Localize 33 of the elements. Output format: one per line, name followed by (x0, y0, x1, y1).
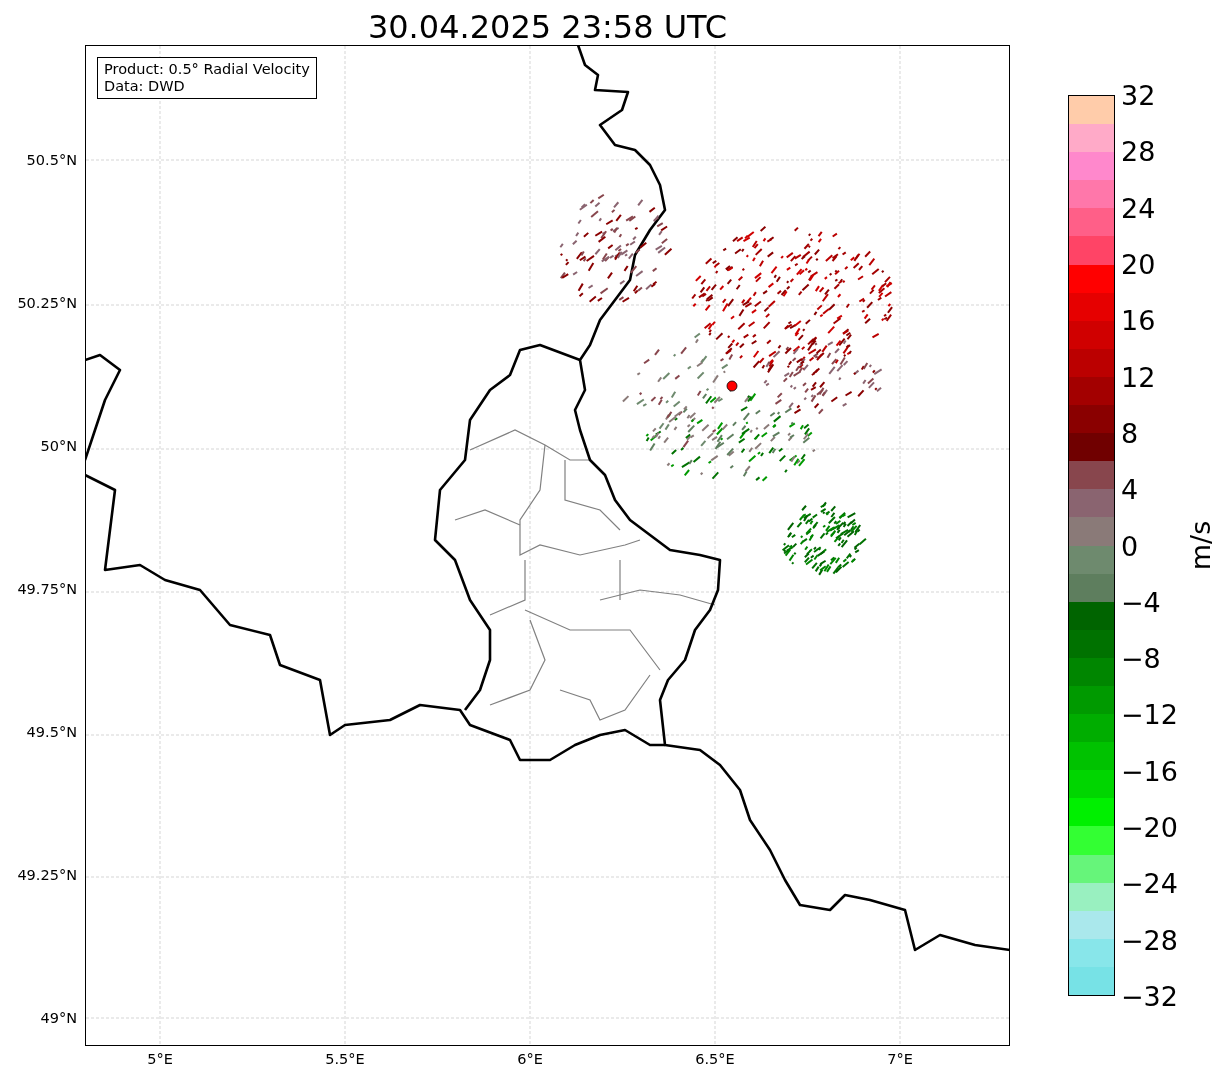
colorbar-tick-label: 16 (1121, 306, 1156, 334)
colorbar-tick-label: 4 (1121, 475, 1139, 503)
legend-text: Product: 0.5° Radial Velocity (104, 61, 310, 78)
colorbar-tick-label: −12 (1121, 700, 1178, 728)
colorbar-tick-label: −16 (1121, 757, 1178, 785)
latitude-label: 50.25°N (17, 295, 77, 311)
colorbar-tick-label: 24 (1121, 194, 1156, 222)
colorbar-unit-label: m/s (1184, 520, 1216, 571)
latitude-label: 49.75°N (17, 581, 77, 597)
plot-title: 30.04.2025 23:58 UTC (366, 7, 729, 45)
colorbar-tick-label: −4 (1121, 588, 1161, 616)
latitude-label: 49.5°N (26, 724, 77, 740)
longitude-label: 6°E (517, 1051, 543, 1067)
longitude-label: 7°E (887, 1051, 913, 1067)
colorbar-tick-label: 32 (1121, 81, 1156, 109)
latitude-label: 49.25°N (17, 867, 77, 883)
colorbar-tick-label: −8 (1121, 644, 1161, 672)
colorbar-tick-label: −20 (1121, 813, 1178, 841)
colorbar-tick-label: −24 (1121, 869, 1178, 897)
colorbar-tick-label: 28 (1121, 137, 1156, 165)
colorbar-tick-label: 0 (1121, 532, 1139, 559)
longitude-label: 6.5°E (695, 1051, 735, 1067)
latitude-label: 50.5°N (26, 152, 77, 168)
latitude-label: 49°N (40, 1010, 77, 1026)
longitude-label: 5°E (147, 1051, 173, 1067)
longitude-label: 5.5°E (325, 1051, 365, 1067)
legend-text: Data: DWD (104, 78, 186, 95)
colorbar-tick-label: 20 (1121, 250, 1156, 278)
colorbar-tick-label: 12 (1121, 363, 1156, 391)
colorbar-tick-label: −32 (1121, 982, 1178, 1010)
latitude-label: 50°N (40, 438, 77, 454)
colorbar-tick-label: −28 (1121, 926, 1178, 954)
colorbar-tick-label: 8 (1121, 419, 1139, 447)
